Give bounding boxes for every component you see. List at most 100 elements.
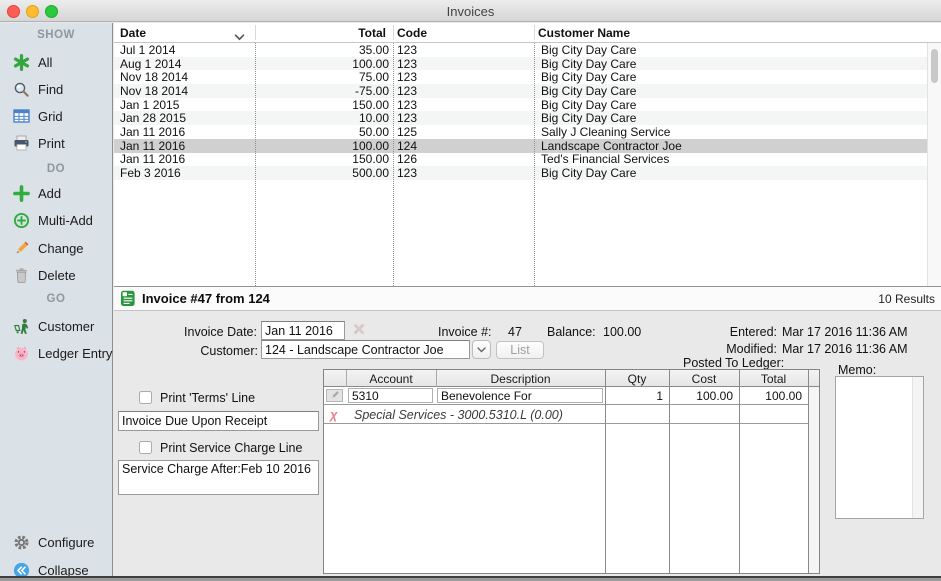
cell-code: 123 <box>389 57 538 71</box>
cell-code: 123 <box>389 84 538 98</box>
service-charge-textarea[interactable]: Service Charge After:Feb 10 2016 <box>118 460 319 495</box>
line-item-note-row: χ Special Services - 3000.5310.L (0.00) <box>324 406 819 424</box>
cell-customer: Big City Day Care <box>538 57 927 71</box>
invoice-number-value: 47 <box>508 325 522 339</box>
invoice-document-icon <box>120 290 136 307</box>
sidebar-item-label: Delete <box>38 268 76 283</box>
table-row[interactable]: Jul 1 201435.00123Big City Day Care <box>114 43 927 57</box>
cell-code: 123 <box>389 111 538 125</box>
table-row[interactable]: Nov 18 201475.00123Big City Day Care <box>114 70 927 84</box>
table-row[interactable]: Jan 11 2016150.00126Ted's Financial Serv… <box>114 153 927 167</box>
customer-label: Customer: <box>114 344 258 358</box>
table-row[interactable]: Nov 18 2014-75.00123Big City Day Care <box>114 84 927 98</box>
column-header-code[interactable]: Code <box>397 26 427 40</box>
invoice-list-header: Date Total Code Customer Name <box>114 23 941 43</box>
results-count: 10 Results <box>878 292 935 306</box>
cell-total: 150.00 <box>255 152 389 166</box>
table-row[interactable]: Aug 1 2014100.00123Big City Day Care <box>114 57 927 71</box>
cell-customer: Big City Day Care <box>538 98 927 112</box>
table-row[interactable]: Jan 1 2015150.00123Big City Day Care <box>114 98 927 112</box>
customer-dropdown-button[interactable] <box>472 340 491 359</box>
cell-code: 124 <box>389 139 538 153</box>
print-service-charge-checkbox[interactable] <box>139 441 152 454</box>
cell-customer: Big City Day Care <box>538 84 927 98</box>
sidebar-item-configure[interactable]: Configure <box>0 532 112 552</box>
sidebar-item-label: All <box>38 55 52 70</box>
cell-date: Nov 18 2014 <box>114 70 255 84</box>
qty-cell[interactable]: 1 <box>605 389 663 403</box>
cell-total: 100.00 <box>255 139 389 153</box>
invoice-date-label: Invoice Date: <box>114 325 257 339</box>
terms-text-input[interactable] <box>118 411 319 431</box>
balance-label: Balance: <box>547 325 596 339</box>
description-cell-input[interactable]: Benevolence For <box>437 388 603 403</box>
scrollbar-track[interactable] <box>927 43 941 286</box>
cell-customer: Big City Day Care <box>538 166 927 180</box>
grid-icon <box>12 108 31 125</box>
sidebar-item-multi-add[interactable]: Multi-Add <box>0 210 112 230</box>
memo-label: Memo: <box>838 363 876 377</box>
disabled-stamp-icon <box>351 322 367 339</box>
scrollbar-thumb[interactable] <box>931 49 938 83</box>
sidebar-section-show: SHOW <box>0 29 112 41</box>
sidebar-item-change[interactable]: Change <box>0 238 112 258</box>
line-item-row[interactable]: 5310 Benevolence For 1 100.00 100.00 <box>324 387 819 405</box>
cell-total: 75.00 <box>255 70 389 84</box>
print-terms-checkbox[interactable] <box>139 391 152 404</box>
sidebar-item-all[interactable]: All <box>0 52 112 72</box>
pencil-icon <box>12 240 31 257</box>
sidebar-item-ledger-entry[interactable]: Ledger Entry <box>0 343 112 363</box>
list-button[interactable]: List <box>496 341 544 359</box>
invoice-date-input[interactable] <box>261 321 345 340</box>
memo-scrollbar-track[interactable] <box>912 377 923 518</box>
sidebar-item-delete[interactable]: Delete <box>0 265 112 285</box>
sidebar-item-grid[interactable]: Grid <box>0 106 112 126</box>
column-header-date[interactable]: Date <box>120 26 146 40</box>
column-header-customer[interactable]: Customer Name <box>538 26 630 40</box>
account-cell-input[interactable]: 5310 <box>348 388 433 403</box>
sidebar-item-label: Change <box>38 241 84 256</box>
sidebar-item-customer[interactable]: Customer <box>0 316 112 336</box>
items-column-divider <box>669 370 670 573</box>
gear-icon <box>12 534 31 551</box>
cost-cell[interactable]: 100.00 <box>669 389 733 403</box>
items-scrollbar-track[interactable] <box>809 387 819 573</box>
entered-value: Mar 17 2016 11:36 AM <box>782 325 908 339</box>
plus-icon <box>12 185 31 202</box>
items-column-account: Account <box>346 372 436 386</box>
table-row[interactable]: Feb 3 2016500.00123Big City Day Care <box>114 166 927 180</box>
sidebar-item-add[interactable]: Add <box>0 183 112 203</box>
print-service-charge-label: Print Service Charge Line <box>160 441 302 455</box>
cell-code: 123 <box>389 98 538 112</box>
printer-icon <box>12 135 31 152</box>
line-items-table: Account Description Qty Cost Total 5310 … <box>323 369 820 574</box>
sidebar-item-print[interactable]: Print <box>0 133 112 153</box>
header-divider <box>534 25 535 40</box>
cell-code: 123 <box>389 166 538 180</box>
customer-cart-icon <box>12 318 31 335</box>
cell-customer: Big City Day Care <box>538 111 927 125</box>
cell-date: Jan 28 2015 <box>114 111 255 125</box>
sidebar-section-go: GO <box>0 293 112 305</box>
table-row-selected[interactable]: Jan 11 2016100.00124Landscape Contractor… <box>114 139 927 153</box>
cell-customer: Ted's Financial Services <box>538 152 927 166</box>
cell-date: Feb 3 2016 <box>114 166 255 180</box>
cell-date: Jan 11 2016 <box>114 139 255 153</box>
column-header-total[interactable]: Total <box>255 26 386 40</box>
titlebar: Invoices <box>0 0 941 22</box>
detail-header: Invoice #47 from 124 10 Results <box>114 286 941 311</box>
sidebar-item-label: Add <box>38 186 61 201</box>
sidebar-item-find[interactable]: Find <box>0 79 112 99</box>
total-cell[interactable]: 100.00 <box>739 389 802 403</box>
items-column-cost: Cost <box>669 372 739 386</box>
table-row[interactable]: Jan 11 201650.00125Sally J Cleaning Serv… <box>114 125 927 139</box>
detail-title: Invoice #47 from 124 <box>142 291 270 306</box>
print-terms-label: Print 'Terms' Line <box>160 391 255 405</box>
table-row[interactable]: Jan 28 201510.00123Big City Day Care <box>114 111 927 125</box>
customer-combo-input[interactable] <box>261 340 470 359</box>
cell-total: 10.00 <box>255 111 389 125</box>
sidebar-item-label: Find <box>38 82 63 97</box>
memo-textarea[interactable] <box>835 376 924 519</box>
cell-total: 35.00 <box>255 43 389 57</box>
piggy-icon <box>12 345 31 362</box>
